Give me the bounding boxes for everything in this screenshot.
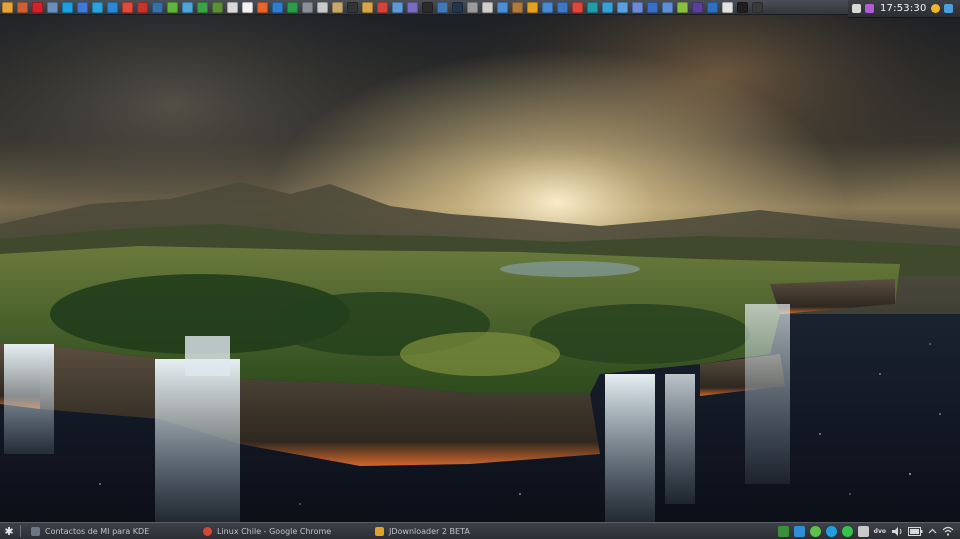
wifi-icon[interactable]	[942, 526, 954, 536]
task-chrome[interactable]: Linux Chile - Google Chrome	[197, 524, 369, 538]
telegram-icon[interactable]	[92, 1, 103, 13]
spreadsheet-alt-icon[interactable]	[317, 1, 328, 13]
kde-menu-icon[interactable]: ✱	[2, 524, 16, 538]
archive-icon[interactable]	[332, 1, 343, 13]
share-icon[interactable]	[122, 1, 133, 13]
store-icon[interactable]	[602, 1, 613, 13]
calendar-small-icon[interactable]	[852, 4, 861, 13]
weather-icon[interactable]	[930, 4, 940, 13]
photo-alt-icon[interactable]	[617, 1, 628, 13]
send-icon[interactable]	[497, 1, 508, 13]
presentation-icon[interactable]	[257, 1, 268, 13]
vlc-icon[interactable]	[77, 1, 88, 13]
task-jdownloader[interactable]: JDownloader 2 BETA	[369, 524, 539, 538]
film-icon[interactable]	[422, 1, 433, 13]
filezilla-icon[interactable]	[137, 1, 148, 13]
network-icon[interactable]	[47, 1, 58, 13]
tools-icon[interactable]	[302, 1, 313, 13]
settings-icon[interactable]	[167, 1, 178, 13]
gear-icon[interactable]	[467, 1, 478, 13]
window-icon[interactable]	[647, 1, 658, 13]
panel-toggle-icon[interactable]	[943, 4, 953, 13]
skype-icon[interactable]	[62, 1, 73, 13]
android-icon[interactable]	[677, 1, 688, 13]
eclipse-icon[interactable]	[692, 1, 703, 13]
camera-icon[interactable]	[347, 1, 358, 13]
chrome-icon[interactable]	[572, 1, 583, 13]
desktop-wallpaper	[0, 14, 960, 523]
task-contacts[interactable]: Contactos de MI para KDE	[25, 524, 197, 538]
cube-icon[interactable]	[632, 1, 643, 13]
task-label: JDownloader 2 BETA	[389, 526, 470, 536]
battery-icon[interactable]	[908, 526, 923, 536]
clipboard-icon[interactable]	[857, 525, 869, 537]
terminal-alt-icon[interactable]	[752, 1, 763, 13]
task-label: Linux Chile - Google Chrome	[217, 526, 332, 536]
arduino-icon[interactable]	[587, 1, 598, 13]
image-viewer-icon[interactable]	[17, 1, 28, 13]
folder-icon[interactable]	[362, 1, 373, 13]
dropbox-icon[interactable]	[107, 1, 118, 13]
spreadsheet-icon[interactable]	[287, 1, 298, 13]
map-icon[interactable]	[542, 1, 553, 13]
calendar-icon[interactable]	[242, 1, 253, 13]
document-icon[interactable]	[227, 1, 238, 13]
globe-icon[interactable]	[182, 1, 193, 13]
jdownloader-icon	[375, 526, 384, 536]
media-player-icon[interactable]	[777, 525, 789, 537]
contacts-icon	[31, 526, 40, 536]
photo-icon[interactable]	[392, 1, 403, 13]
skype-tray-icon[interactable]	[825, 525, 837, 537]
opera-icon[interactable]	[32, 1, 43, 13]
status-online-icon[interactable]	[841, 525, 853, 537]
app-grid-icon[interactable]	[2, 1, 13, 13]
pencil-icon[interactable]	[662, 1, 673, 13]
task-label: Contactos de MI para KDE	[45, 526, 150, 536]
download-icon[interactable]	[197, 1, 208, 13]
terminal-icon[interactable]	[152, 1, 163, 13]
share-tray-icon[interactable]	[809, 525, 821, 537]
digital-clock[interactable]: 17:53:30	[880, 3, 927, 14]
notification-icon[interactable]	[865, 4, 874, 13]
video-icon[interactable]	[407, 1, 418, 13]
disc-icon[interactable]	[482, 1, 493, 13]
display-icon[interactable]	[793, 525, 805, 537]
torrent-icon[interactable]	[212, 1, 223, 13]
writer-icon[interactable]	[272, 1, 283, 13]
taskbar-separator	[20, 525, 21, 537]
chart-icon[interactable]	[557, 1, 568, 13]
volume-icon[interactable]	[891, 526, 903, 537]
audio-icon[interactable]	[437, 1, 448, 13]
search-icon[interactable]	[707, 1, 718, 13]
chevron-up-icon[interactable]	[928, 527, 937, 536]
console-icon[interactable]	[737, 1, 748, 13]
chrome-icon	[203, 526, 212, 536]
monitor-icon[interactable]	[452, 1, 463, 13]
launcher-list	[0, 0, 765, 14]
keyboard-layout-indicator[interactable]: dvo	[874, 528, 886, 535]
clock-panel: 17:53:30	[848, 0, 960, 18]
picture-icon[interactable]	[527, 1, 538, 13]
top-launcher-panel	[0, 0, 960, 15]
image-editor-icon[interactable]	[377, 1, 388, 13]
box-icon[interactable]	[512, 1, 523, 13]
document-alt-icon[interactable]	[722, 1, 733, 13]
taskbar: ✱ Contactos de MI para KDE Linux Chile -…	[0, 522, 960, 539]
system-tray: dvo	[777, 523, 960, 539]
